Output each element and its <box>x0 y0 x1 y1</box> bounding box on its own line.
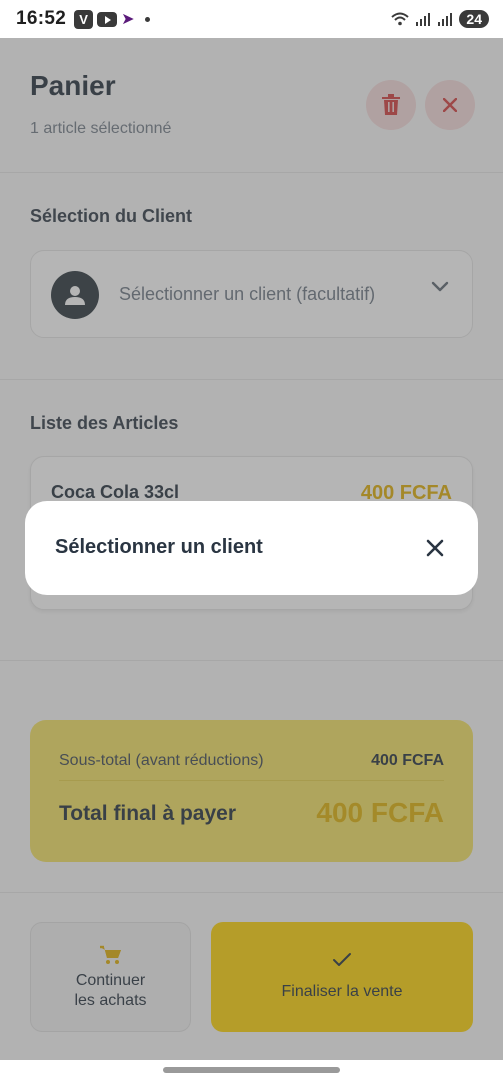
status-notification-icons: V ➤ <box>74 9 150 29</box>
select-client-modal: Sélectionner un client <box>25 501 478 595</box>
youtube-icon <box>97 11 118 27</box>
modal-close-button[interactable] <box>424 537 446 559</box>
status-time: 16:52 <box>16 8 67 29</box>
more-notifications-dot-icon <box>144 16 150 22</box>
modal-title: Sélectionner un client <box>55 536 263 558</box>
home-gesture-handle[interactable] <box>163 1067 340 1073</box>
signal-icon-2 <box>438 13 453 26</box>
status-system-icons: 24 <box>391 10 489 28</box>
swoosh-icon: ➤ <box>121 11 135 28</box>
status-bar: 16:52 V ➤ 24 <box>0 0 503 38</box>
v-app-icon: V <box>74 9 94 29</box>
close-icon <box>426 539 444 557</box>
battery-indicator: 24 <box>459 10 489 28</box>
wifi-icon <box>391 12 410 26</box>
signal-icon <box>416 13 431 26</box>
system-nav-bar <box>0 1060 503 1080</box>
